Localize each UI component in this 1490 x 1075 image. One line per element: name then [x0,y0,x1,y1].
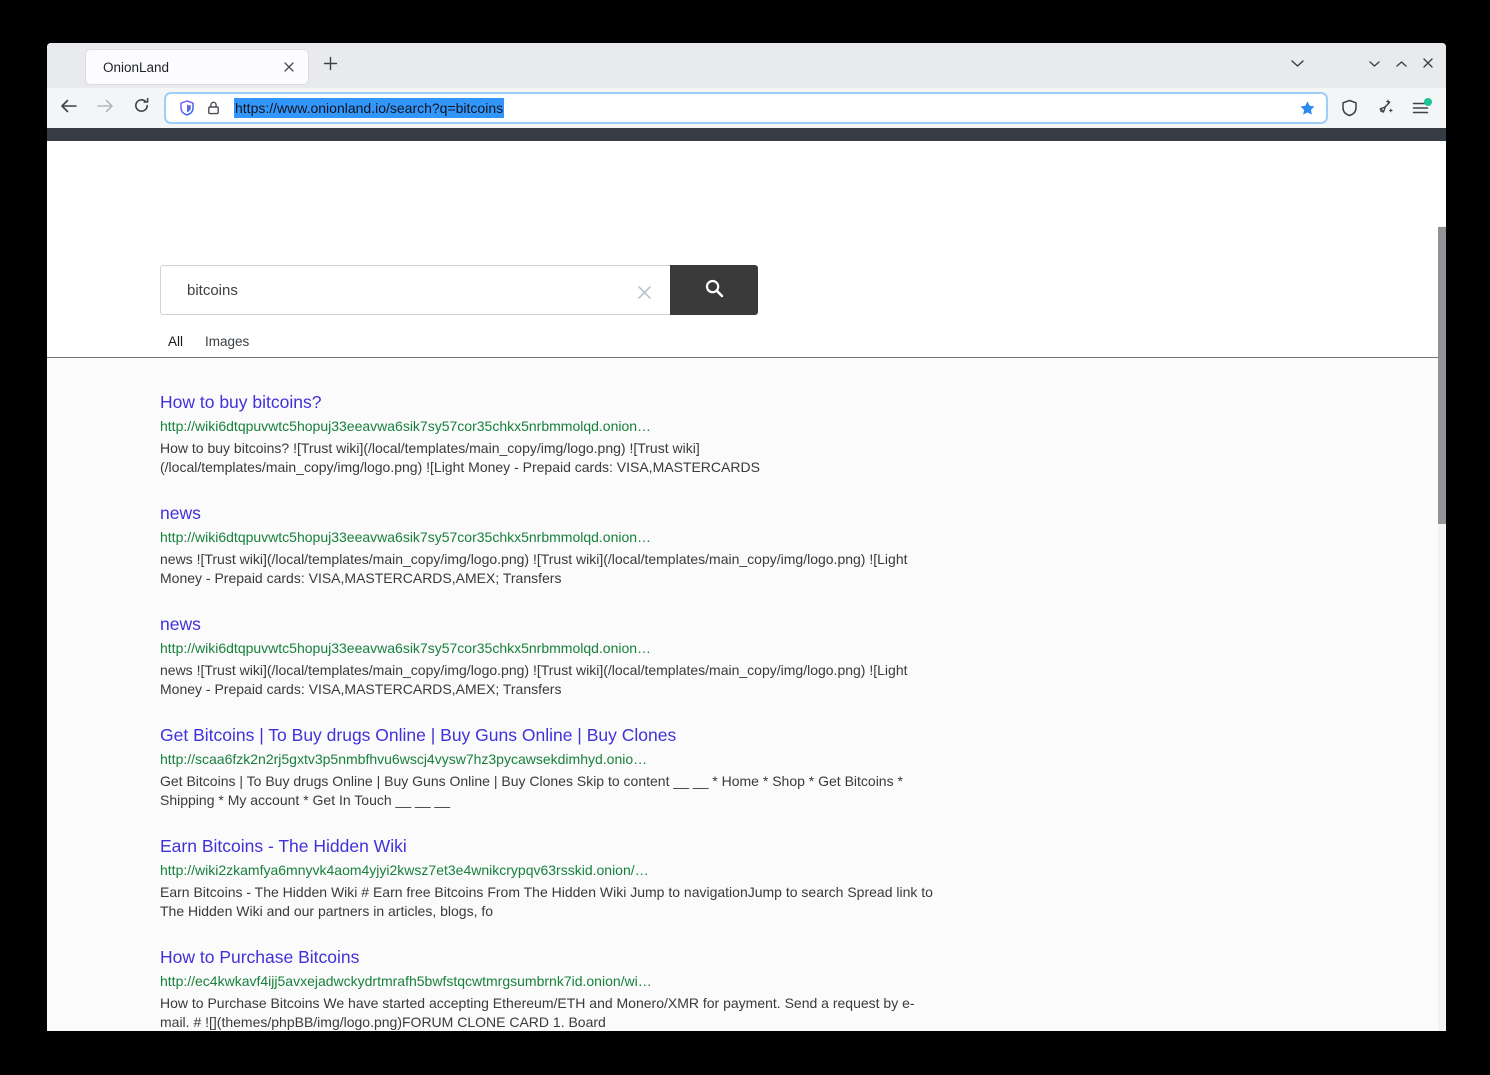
search-tab-all[interactable]: All [160,329,191,360]
search-tabs: AllImages [160,329,257,360]
reload-button[interactable] [126,93,156,123]
result-url: http://ec4kwkavf4ijj5avxejadwckydrtmrafh… [160,972,950,991]
web-page: AllImages How to buy bitcoins? http://wi… [47,128,1446,1031]
tab-close-icon[interactable] [278,56,300,78]
clear-search-icon[interactable] [634,282,654,302]
plus-icon [323,56,338,76]
results-list: How to buy bitcoins? http://wiki6dtqpuvw… [47,358,1446,1031]
tab-strip: OnionLand [47,43,1446,88]
result-title-link[interactable]: How to Purchase Bitcoins [160,946,950,969]
close-icon [1422,56,1434,74]
url-selected-text: https://www.onionland.io/search?q=bitcoi… [234,98,504,118]
forward-button[interactable] [90,93,120,123]
search-result: How to buy bitcoins? http://wiki6dtqpuvw… [160,391,950,476]
search-tab-images[interactable]: Images [197,329,257,360]
result-description: Get Bitcoins | To Buy drugs Online | Buy… [160,772,938,809]
chevron-up-icon [1395,56,1408,74]
result-title-link[interactable]: news [160,613,950,636]
url-input[interactable]: https://www.onionland.io/search?q=bitcoi… [234,100,504,116]
result-url: http://wiki6dtqpuvwtc5hopuj33eeavwa6sik7… [160,639,950,658]
app-menu-button[interactable] [1405,93,1435,123]
site-search-button[interactable] [670,265,758,315]
tracking-protection-icon[interactable] [174,100,200,116]
site-search-input[interactable] [161,266,670,314]
window-close-button[interactable] [1411,48,1445,82]
browser-window: OnionLand [47,43,1446,1031]
scrollbar-thumb[interactable] [1438,227,1446,524]
list-all-tabs-button[interactable] [1280,48,1314,82]
search-result: news http://wiki6dtqpuvwtc5hopuj33eeavwa… [160,502,950,587]
protections-shield-icon[interactable] [1334,93,1364,123]
result-title-link[interactable]: How to buy bitcoins? [160,391,950,414]
search-result: Get Bitcoins | To Buy drugs Online | Buy… [160,724,950,809]
result-title-link[interactable]: Get Bitcoins | To Buy drugs Online | Buy… [160,724,950,747]
lock-icon[interactable] [200,100,226,116]
back-button[interactable] [53,93,83,123]
browser-tab-onionland[interactable]: OnionLand [86,50,308,84]
page-header-strip [47,128,1446,141]
arrow-right-icon [97,98,114,119]
bookmark-star-icon[interactable] [1299,100,1316,117]
site-search-box [160,265,670,315]
result-title-link[interactable]: Earn Bitcoins - The Hidden Wiki [160,835,950,858]
result-description: How to buy bitcoins? ![Trust wiki](/loca… [160,439,938,476]
chevron-down-icon [1290,56,1305,74]
result-title-link[interactable]: news [160,502,950,525]
result-url: http://wiki6dtqpuvwtc5hopuj33eeavwa6sik7… [160,417,950,436]
result-description: Earn Bitcoins - The Hidden Wiki # Earn f… [160,883,938,920]
result-description: news ![Trust wiki](/local/templates/main… [160,550,938,587]
results-area: How to buy bitcoins? http://wiki6dtqpuvw… [47,358,1446,1031]
result-url: http://scaa6fzk2n2rj5gxtv3p5nmbfhvu6wscj… [160,750,950,769]
search-result: Earn Bitcoins - The Hidden Wiki http://w… [160,835,950,920]
chevron-down-icon [1368,56,1381,74]
search-result: How to Purchase Bitcoins http://ec4kwkav… [160,946,950,1031]
search-icon [704,278,725,302]
result-description: How to Purchase Bitcoins We have started… [160,994,938,1031]
result-url: http://wiki2zkamfya6mnyvk4aom4yjyi2kwsz7… [160,861,950,880]
new-tab-button[interactable] [315,51,345,81]
scrollbar-track[interactable] [1438,226,1446,1031]
reload-icon [133,97,150,119]
menu-notification-dot [1424,98,1432,106]
result-url: http://wiki6dtqpuvwtc5hopuj33eeavwa6sik7… [160,528,950,547]
search-result: news http://wiki6dtqpuvwtc5hopuj33eeavwa… [160,613,950,698]
result-description: news ![Trust wiki](/local/templates/main… [160,661,938,698]
clear-data-broom-icon[interactable] [1370,93,1400,123]
tab-title: OnionLand [86,60,278,75]
arrow-left-icon [60,98,77,119]
url-bar[interactable]: https://www.onionland.io/search?q=bitcoi… [166,94,1326,122]
navigation-toolbar: https://www.onionland.io/search?q=bitcoi… [47,88,1446,128]
desktop: OnionLand [0,0,1490,1075]
